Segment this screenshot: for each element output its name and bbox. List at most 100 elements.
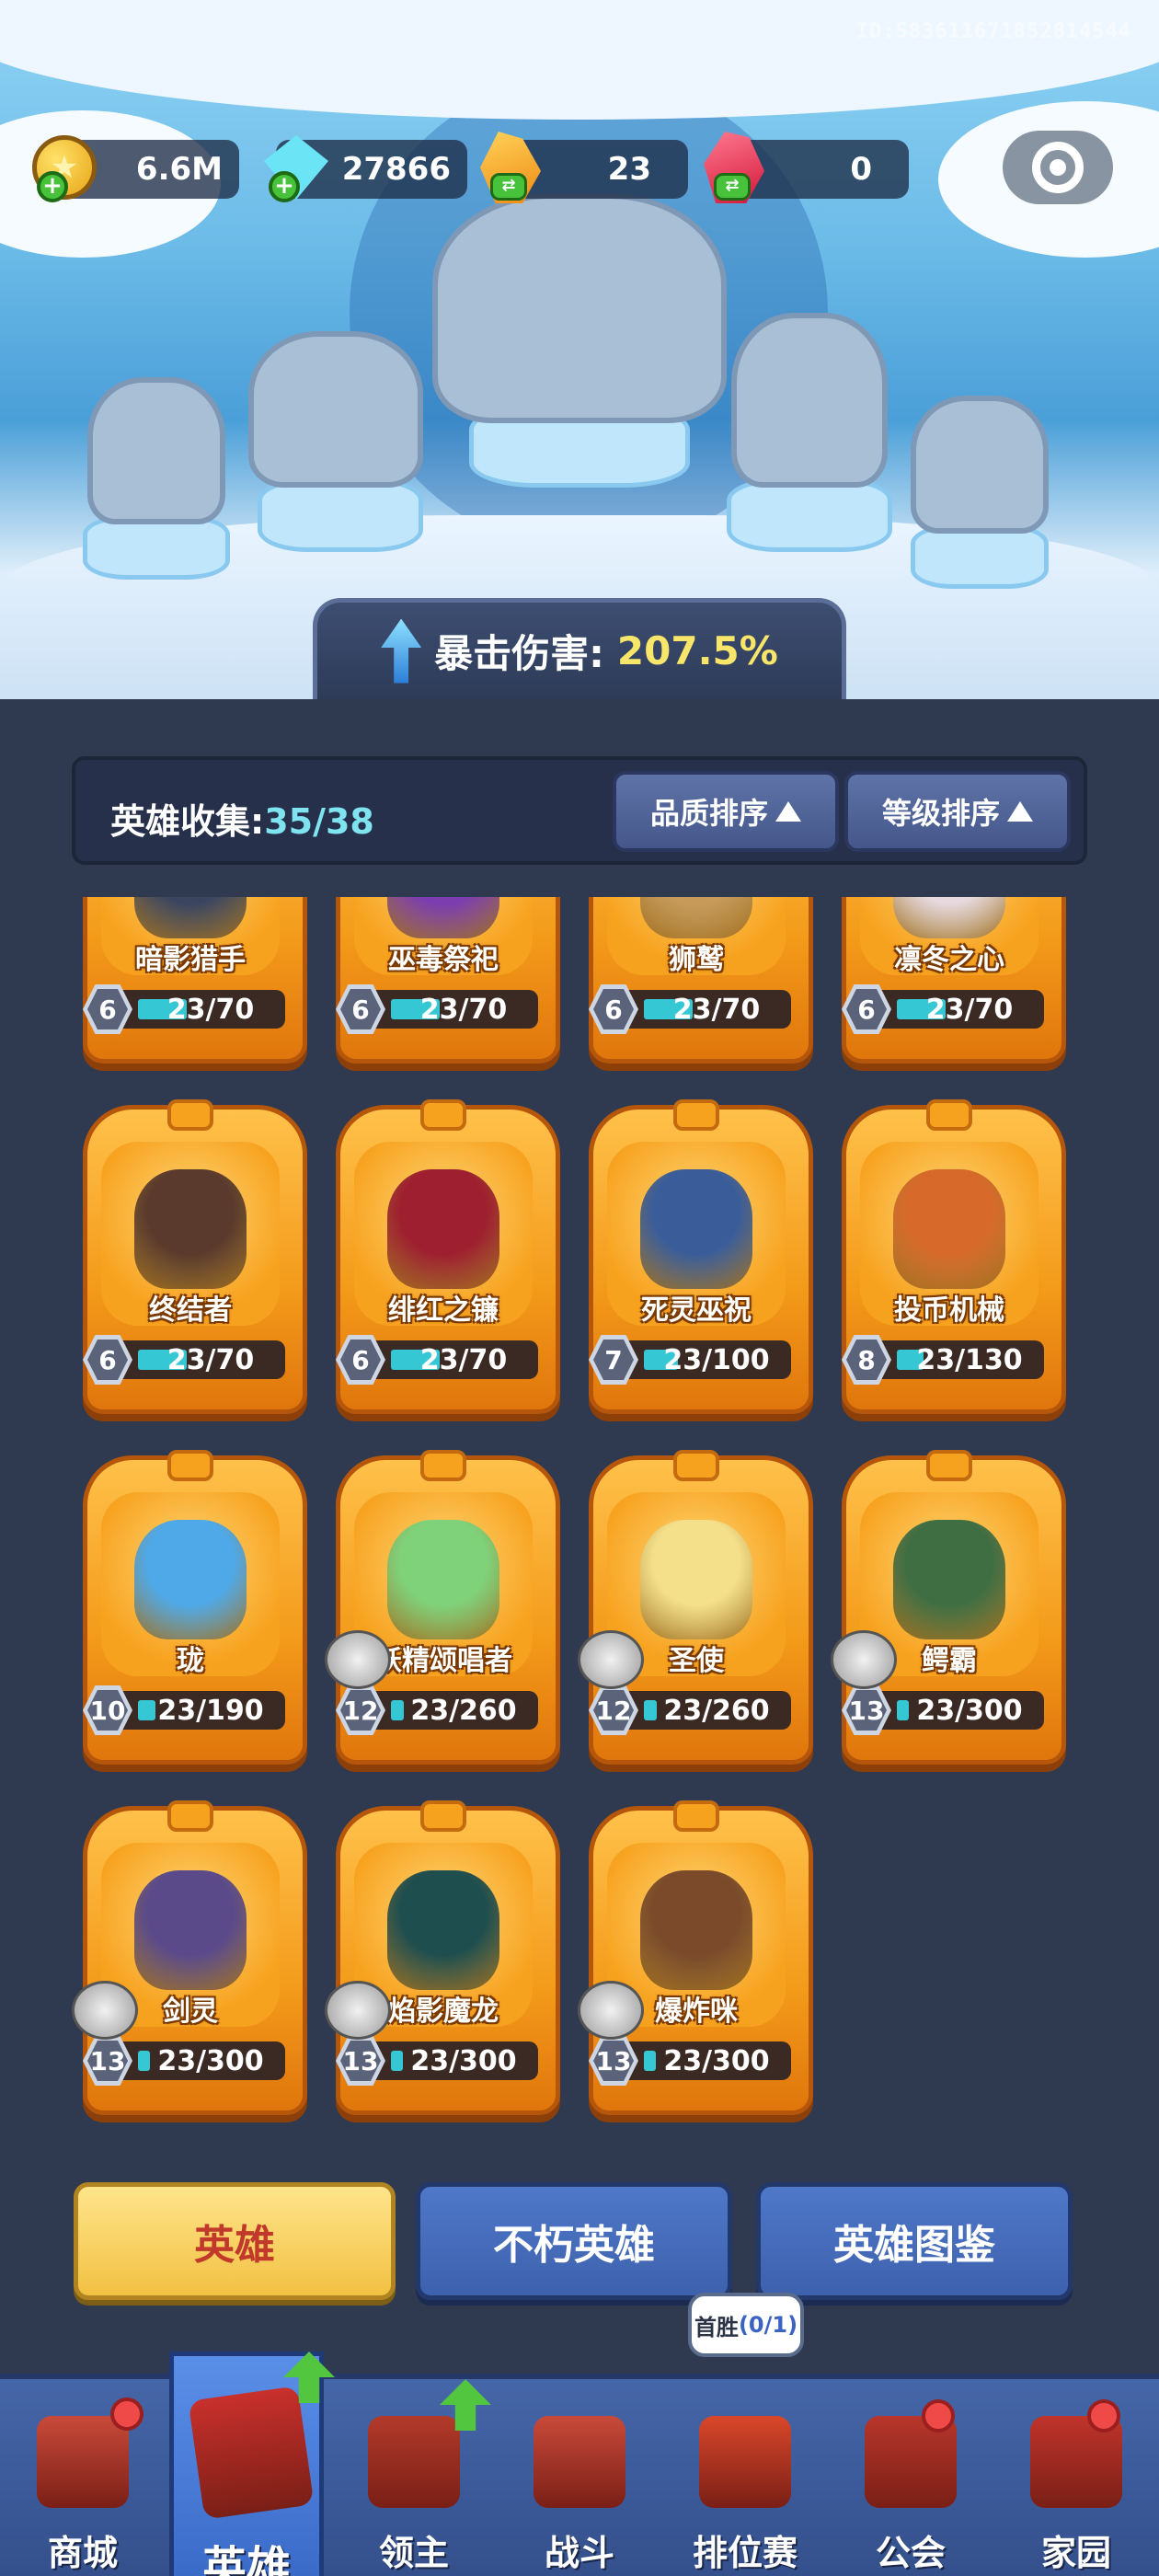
notification-dot [110, 2398, 143, 2431]
red-crystal-value: 0 [850, 151, 872, 188]
diamond-icon[interactable]: + [259, 131, 333, 204]
hero-card[interactable]: 投币机械 23/130 8 [842, 1099, 1066, 1414]
collection-label: 英雄收集: [110, 801, 265, 842]
hero-card[interactable]: 死灵巫祝 23/100 7 [589, 1099, 813, 1414]
hero-star-level: 6 [340, 989, 381, 1029]
nav-item-5[interactable]: 排位赛 [662, 2379, 828, 2576]
card-gem-ornament [420, 1099, 466, 1131]
card-gem-ornament [673, 1099, 719, 1131]
hero-name: 珑 [177, 1645, 204, 1677]
hero-card[interactable]: 妖精颂唱者 23/260 12 [325, 1450, 560, 1765]
hero-name: 凛冬之心 [894, 944, 1004, 976]
statue-robed [731, 313, 888, 488]
notification-dot [922, 2399, 955, 2432]
bottom-nav: 商城 英雄 领主 战斗 排位赛 公会 家园 [0, 2352, 1159, 2576]
hero-card[interactable]: 凛冬之心 23/70 6 [842, 897, 1066, 1064]
gold-coin-icon[interactable]: ★ + [28, 131, 101, 204]
nav-item-4[interactable]: 战斗 [497, 2379, 662, 2576]
hero-card[interactable]: 终结者 23/70 6 [83, 1099, 307, 1414]
hero-card[interactable]: 绯红之镰 23/70 6 [336, 1099, 560, 1414]
hero-shard-progress: 23/70 [419, 1344, 508, 1376]
nav-label: 排位赛 [692, 2533, 798, 2573]
hero-card[interactable]: 剑灵 23/300 13 [72, 1800, 307, 2115]
statue-machine [911, 396, 1049, 534]
tab-hero-codex[interactable]: 英雄图鉴 [756, 2182, 1073, 2300]
hero-card[interactable]: 巫毒祭祀 23/70 6 [336, 897, 560, 1064]
sort-quality-button[interactable]: 品质排序 [613, 771, 839, 852]
hero-star-level: 13 [87, 2041, 128, 2081]
tab-codex-label: 英雄图鉴 [833, 2222, 995, 2269]
notification-dot [1087, 2399, 1120, 2432]
skin-badge-icon [325, 1630, 391, 1689]
statue-warrior [87, 377, 225, 524]
exchange-icon[interactable]: ⇄ [714, 173, 751, 201]
hero-shard-progress: 23/130 [916, 1344, 1023, 1376]
lord-scroll-icon [368, 2416, 460, 2508]
orange-crystal-icon[interactable]: ⇄ [474, 131, 547, 204]
hero-star-level: 6 [846, 989, 887, 1029]
hero-portrait [640, 1870, 752, 1990]
hero-portrait [640, 897, 752, 938]
skin-badge-icon [72, 1981, 138, 2040]
sort-level-label: 等级排序 [881, 796, 1000, 831]
hero-card[interactable]: 焰影魔龙 23/300 13 [325, 1800, 560, 2115]
nav-label: 家园 [1040, 2533, 1111, 2573]
first-win-label: 首胜 [694, 2314, 739, 2340]
hero-shard-progress: 23/70 [672, 994, 761, 1026]
hero-grid[interactable]: 暗影猎手 23/70 6 巫毒祭祀 23/70 6 狮鹫 23/70 6 凛冬之… [55, 897, 1104, 2148]
card-gem-ornament [926, 1450, 972, 1481]
pedestal-2 [258, 478, 423, 552]
tab-hero[interactable]: 英雄 [74, 2182, 396, 2300]
hero-card[interactable]: 暗影猎手 23/70 6 [83, 897, 307, 1064]
crit-damage-value: 207.5% [616, 628, 778, 673]
plus-icon[interactable]: + [269, 171, 300, 202]
nav-label: 商城 [47, 2533, 118, 2573]
hero-name: 巫毒祭祀 [388, 944, 499, 976]
tab-immortal-hero[interactable]: 不朽英雄 [416, 2182, 732, 2300]
nav-label: 公会 [875, 2533, 946, 2573]
hero-portrait [640, 1169, 752, 1289]
gold-value: 6.6M [135, 151, 223, 188]
hero-star-level: 6 [87, 989, 128, 1029]
sort-level-button[interactable]: 等级排序 [844, 771, 1071, 852]
hero-portrait [387, 1169, 499, 1289]
first-win-tooltip: 首胜 (0/1) [688, 2293, 804, 2357]
hero-shard-progress: 23/190 [157, 1695, 264, 1727]
hero-card[interactable]: 爆炸咪 23/300 13 [578, 1800, 813, 2115]
pedestal-4 [727, 478, 892, 552]
hero-card[interactable]: 圣使 23/260 12 [578, 1450, 813, 1765]
hero-name: 死灵巫祝 [641, 1294, 752, 1327]
card-gem-ornament [420, 1800, 466, 1832]
card-gem-ornament [673, 1800, 719, 1832]
hero-card[interactable]: 狮鹫 23/70 6 [589, 897, 813, 1064]
orange-crystal-value: 23 [607, 151, 651, 188]
hero-portrait [387, 897, 499, 938]
hero-card[interactable]: 珑 23/190 10 [83, 1450, 307, 1765]
nav-item-7[interactable]: 家园 [993, 2379, 1159, 2576]
triangle-up-icon [1007, 801, 1033, 822]
hero-star-level: 7 [593, 1340, 634, 1380]
hero-star-level: 13 [340, 2041, 381, 2081]
triangle-up-icon [775, 801, 801, 822]
settings-button[interactable] [1003, 131, 1113, 204]
hero-shard-progress: 23/300 [663, 2045, 770, 2077]
skin-badge-icon [831, 1630, 897, 1689]
card-gem-ornament [420, 1450, 466, 1481]
diamond-value: 27866 [341, 151, 451, 188]
exchange-icon[interactable]: ⇄ [490, 173, 527, 201]
nav-item-6[interactable]: 公会 [828, 2379, 993, 2576]
hero-shard-progress: 23/260 [663, 1695, 770, 1727]
collection-bar: 英雄收集:35/38 品质排序 等级排序 [72, 756, 1087, 865]
red-crystal-icon[interactable]: ⇄ [697, 131, 771, 204]
arrow-up-icon [381, 618, 422, 684]
hero-star-level: 10 [87, 1690, 128, 1731]
plus-icon[interactable]: + [37, 171, 68, 202]
pedestal-5 [911, 524, 1049, 589]
card-gem-ornament [167, 1450, 213, 1481]
hero-portrait [387, 1520, 499, 1639]
hero-card-icon [188, 2386, 315, 2520]
hero-shard-progress: 23/100 [663, 1344, 770, 1376]
hero-shard-progress: 23/300 [410, 2045, 517, 2077]
crit-damage-label: 暴击伤害: [434, 631, 604, 676]
hero-card[interactable]: 鳄霸 23/300 13 [831, 1450, 1066, 1765]
